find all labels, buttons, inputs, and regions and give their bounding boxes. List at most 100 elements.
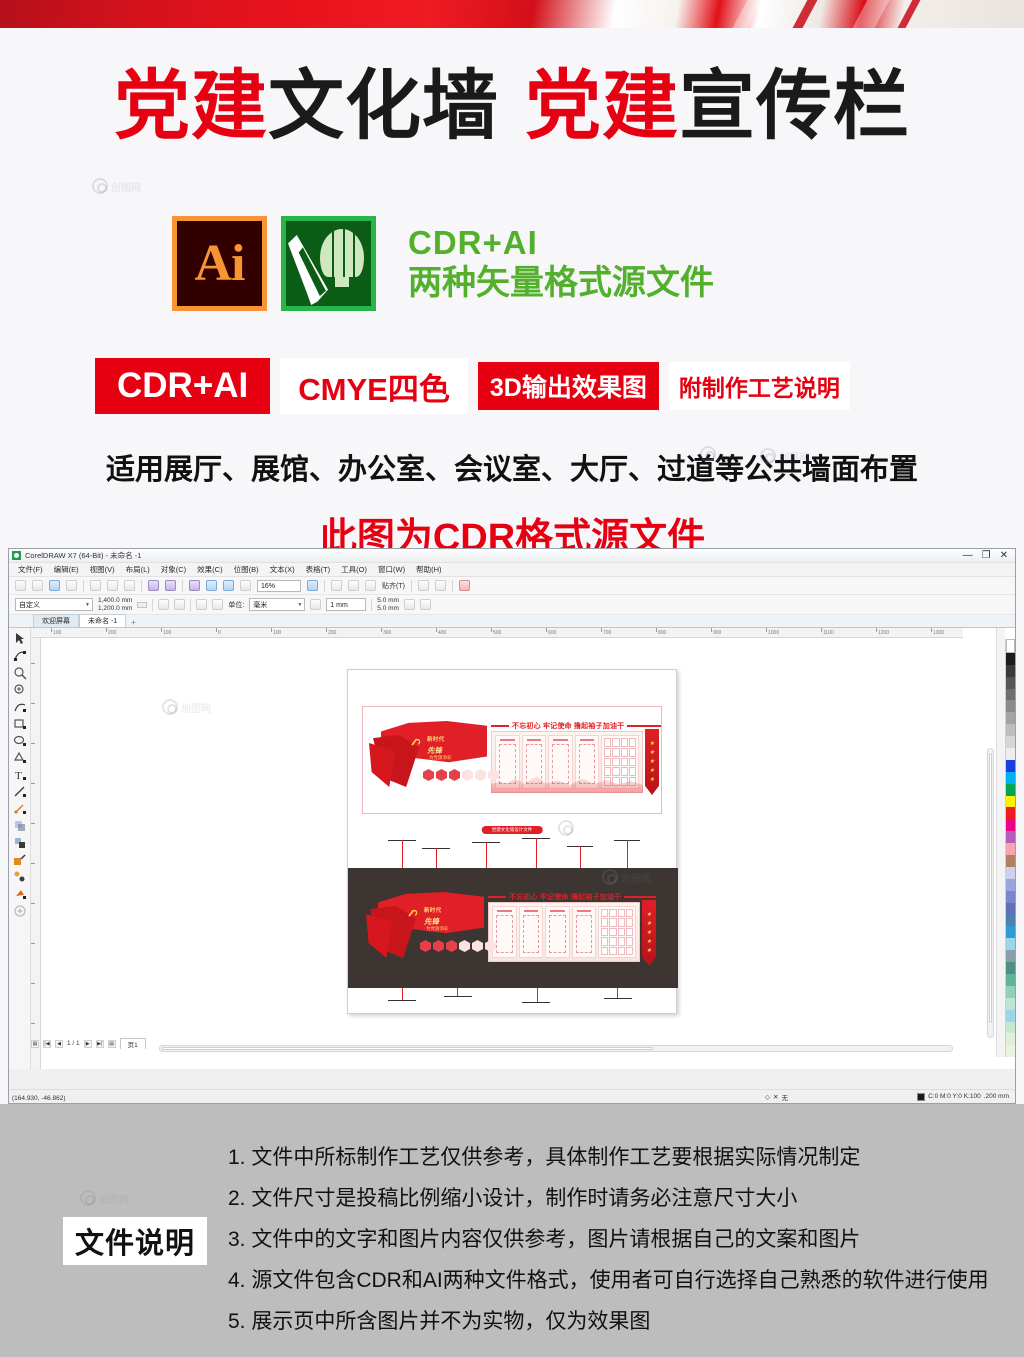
swatch-slate[interactable]	[1006, 950, 1015, 963]
menu-help[interactable]: 帮助(H)	[416, 564, 441, 575]
outline-color-swatch[interactable]	[917, 1092, 926, 1101]
units-select[interactable]: 毫米	[249, 598, 306, 612]
zoom-tool-icon[interactable]	[12, 682, 28, 698]
page-last-button[interactable]: ▶|	[95, 1039, 104, 1048]
swatch-pale-mint[interactable]	[1006, 997, 1015, 1010]
document-tab-welcome[interactable]: 欢迎屏幕	[33, 614, 79, 627]
swatch-black[interactable]	[1006, 652, 1015, 665]
page-settings-icon[interactable]	[196, 599, 208, 610]
duplicate-offset-x-input[interactable]: 5.0 mm	[377, 597, 399, 604]
swatch-gray10[interactable]	[1006, 748, 1015, 760]
color-palette[interactable]	[1005, 639, 1015, 1058]
swatch-gray80[interactable]	[1006, 676, 1015, 689]
snap-to-label[interactable]: 贴齐(T)	[382, 581, 405, 591]
swatch-magenta[interactable]	[1006, 819, 1015, 832]
import-icon[interactable]	[189, 580, 200, 591]
artwork-3d-render[interactable]: 新时代 先锋 为党旗添彩 不忘初心 牢记使命 撸起袖子加油干 ★ ★ ★ ★ ★	[348, 868, 678, 988]
color-eyedropper-tool-icon[interactable]	[12, 852, 28, 868]
minimize-button[interactable]: —	[963, 550, 973, 561]
page-tab-1[interactable]: 页1	[119, 1038, 146, 1049]
color-styles-icon[interactable]	[434, 580, 446, 591]
treat-as-filled-icon[interactable]	[403, 599, 415, 610]
swatch-lightblue[interactable]	[1006, 938, 1015, 951]
publish-pdf-icon[interactable]	[223, 580, 234, 591]
palette-toolbar[interactable]	[996, 628, 1005, 1057]
swatch-gray70[interactable]	[1006, 688, 1015, 701]
vertical-ruler[interactable]	[31, 638, 41, 1069]
landscape-orientation-icon[interactable]	[174, 599, 186, 610]
save-icon[interactable]	[49, 580, 60, 591]
design-page[interactable]: 新时代 先锋 为党旗添彩 不忘初心 牢记使命 撸起袖子加油干 ★ ★ ★ ★ ★…	[347, 669, 678, 1014]
swatch-yellow[interactable]	[1006, 795, 1015, 808]
export-icon[interactable]	[206, 580, 217, 591]
fullscreen-preview-icon[interactable]	[307, 580, 318, 591]
vertical-scrollbar[interactable]	[987, 748, 994, 1038]
cut-icon[interactable]	[90, 580, 101, 591]
show-rulers-icon[interactable]	[365, 580, 376, 591]
duplicate-offset-y-input[interactable]: 5.0 mm	[377, 605, 399, 612]
swatch-gray50[interactable]	[1006, 712, 1015, 725]
open-document-icon[interactable]	[32, 580, 43, 591]
add-document-tab-button[interactable]: +	[126, 618, 141, 627]
swatch-lightest-green[interactable]	[1006, 1033, 1015, 1046]
page-height-input[interactable]: 1,200.0 mm	[98, 605, 132, 612]
drawing-canvas[interactable]: 新时代 先锋 为党旗添彩 不忘初心 牢记使命 撸起袖子加油干 ★ ★ ★ ★ ★…	[42, 639, 963, 1057]
swatch-indigo[interactable]	[1006, 902, 1015, 915]
menu-bitmap[interactable]: 位图(B)	[234, 564, 259, 575]
swatch-gray40[interactable]	[1006, 724, 1015, 737]
parallel-dimension-tool-icon[interactable]	[12, 784, 28, 800]
drop-shadow-tool-icon[interactable]	[12, 818, 28, 834]
menu-text[interactable]: 文本(X)	[270, 564, 295, 575]
swatch-red[interactable]	[1006, 807, 1015, 820]
swatch-blue[interactable]	[1006, 759, 1015, 772]
add-property-icon[interactable]	[419, 599, 431, 610]
nudge-distance-input[interactable]: 1 mm	[326, 598, 367, 611]
swatch-green[interactable]	[1006, 783, 1015, 796]
swatch-sky[interactable]	[1006, 926, 1015, 939]
menu-window[interactable]: 窗口(W)	[378, 564, 405, 575]
page-prev-button[interactable]: ◀	[55, 1039, 63, 1048]
text-tool-icon[interactable]: T	[12, 767, 28, 783]
artwork-flat-view[interactable]: 新时代 先锋 为党旗添彩 不忘初心 牢记使命 撸起袖子加油干 ★ ★ ★ ★ ★	[362, 706, 662, 814]
redo-icon[interactable]	[165, 580, 176, 591]
menu-tools[interactable]: 工具(O)	[341, 564, 367, 575]
page-preset-select[interactable]: 自定义	[15, 598, 93, 612]
restore-button[interactable]: ❐	[982, 550, 991, 561]
document-tab-untitled[interactable]: 未命名 -1	[79, 614, 127, 627]
menu-edit[interactable]: 编辑(E)	[54, 564, 79, 575]
swatch-purple[interactable]	[1006, 831, 1015, 844]
horizontal-ruler[interactable]: 100 200 100 0 100 200 300 400 500 600 70…	[31, 628, 963, 638]
swatch-none[interactable]	[1006, 639, 1015, 653]
swatch-cyan[interactable]	[1006, 771, 1015, 784]
swatch-periwinkle[interactable]	[1006, 878, 1015, 891]
menu-effects[interactable]: 效果(C)	[197, 564, 222, 575]
page-add-end-icon[interactable]: ▤	[107, 1039, 116, 1048]
application-launcher-icon[interactable]	[240, 580, 251, 591]
interactive-fill-tool-icon[interactable]	[12, 869, 28, 885]
swatch-steel[interactable]	[1006, 914, 1015, 927]
crop-tool-icon[interactable]	[12, 665, 28, 681]
page-first-button[interactable]: |◀	[43, 1039, 51, 1048]
add-tool-icon[interactable]	[12, 903, 28, 919]
swatch-pale-green[interactable]	[1006, 1021, 1015, 1034]
swatch-gray60[interactable]	[1006, 700, 1015, 713]
smart-fill-tool-icon[interactable]	[12, 886, 28, 902]
document-palette-icon[interactable]	[458, 580, 470, 591]
polygon-tool-icon[interactable]	[12, 750, 28, 766]
swatch-lavender[interactable]	[1006, 866, 1015, 879]
connector-tool-icon[interactable]	[12, 801, 28, 817]
paste-icon[interactable]	[124, 580, 135, 591]
page-next-button[interactable]: ▶	[83, 1039, 92, 1048]
rectangle-tool-icon[interactable]	[12, 716, 28, 732]
new-document-icon[interactable]	[15, 580, 26, 591]
ellipse-tool-icon[interactable]	[12, 733, 28, 749]
swatch-indigo-light[interactable]	[1006, 890, 1015, 903]
show-grid-icon[interactable]	[331, 580, 342, 591]
options-icon[interactable]	[417, 580, 429, 591]
swatch-teal[interactable]	[1006, 962, 1015, 974]
swatch-brown[interactable]	[1006, 855, 1015, 867]
copy-icon[interactable]	[107, 580, 118, 591]
close-button[interactable]: ✕	[1000, 550, 1008, 561]
print-icon[interactable]	[66, 580, 77, 591]
swatch-gray30[interactable]	[1006, 736, 1015, 749]
